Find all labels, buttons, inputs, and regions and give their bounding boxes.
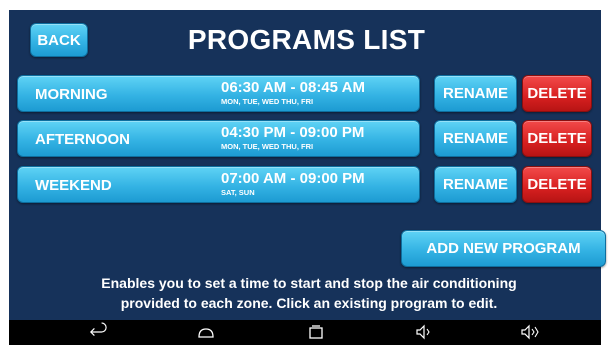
help-description-line-1: Enables you to set a time to start and s… <box>101 275 517 291</box>
delete-label: DELETE <box>527 176 587 193</box>
delete-button-morning[interactable]: DELETE <box>522 75 592 112</box>
recent-apps-icon[interactable] <box>305 322 327 342</box>
program-time-range: 07:00 AM - 09:00 PM <box>221 170 365 187</box>
program-item-afternoon[interactable]: AFTERNOON 04:30 PM - 09:00 PM MON, TUE, … <box>17 120 420 157</box>
rename-label: RENAME <box>442 130 508 147</box>
program-item-morning[interactable]: MORNING 06:30 AM - 08:45 AM MON, TUE, WE… <box>17 75 420 112</box>
program-name: MORNING <box>35 86 108 103</box>
program-time-range: 04:30 PM - 09:00 PM <box>221 124 365 141</box>
add-new-program-label: ADD NEW PROGRAM <box>426 240 581 257</box>
program-days: MON, TUE, WED THU, FRI <box>221 142 314 151</box>
back-button[interactable]: BACK <box>30 23 88 57</box>
home-icon[interactable] <box>195 322 217 342</box>
delete-button-afternoon[interactable]: DELETE <box>522 120 592 157</box>
add-new-program-button[interactable]: ADD NEW PROGRAM <box>401 230 606 267</box>
rename-button-morning[interactable]: RENAME <box>434 75 517 112</box>
page-title: PROGRAMS LIST <box>187 24 426 55</box>
rename-button-weekend[interactable]: RENAME <box>434 166 517 203</box>
program-item-weekend[interactable]: WEEKEND 07:00 AM - 09:00 PM SAT, SUN <box>17 166 420 203</box>
delete-label: DELETE <box>527 130 587 147</box>
help-description-line-2: provided to each zone. Click an existing… <box>120 295 498 311</box>
back-button-label: BACK <box>37 31 81 49</box>
program-days: SAT, SUN <box>221 188 255 197</box>
rename-button-afternoon[interactable]: RENAME <box>434 120 517 157</box>
delete-label: DELETE <box>527 85 587 102</box>
program-days: MON, TUE, WED THU, FRI <box>221 97 314 106</box>
volume-up-icon[interactable] <box>519 322 541 342</box>
back-icon[interactable] <box>87 322 109 342</box>
help-description: Enables you to set a time to start and s… <box>49 273 569 313</box>
delete-button-weekend[interactable]: DELETE <box>522 166 592 203</box>
rename-label: RENAME <box>442 85 508 102</box>
program-name: AFTERNOON <box>35 131 130 148</box>
app-screen: BACK PROGRAMS LIST MORNING 06:30 AM - 08… <box>9 10 606 320</box>
system-nav-bar <box>9 320 601 345</box>
program-time-range: 06:30 AM - 08:45 AM <box>221 79 365 96</box>
program-name: WEEKEND <box>35 177 112 194</box>
volume-down-icon[interactable] <box>413 322 435 342</box>
rename-label: RENAME <box>442 176 508 193</box>
